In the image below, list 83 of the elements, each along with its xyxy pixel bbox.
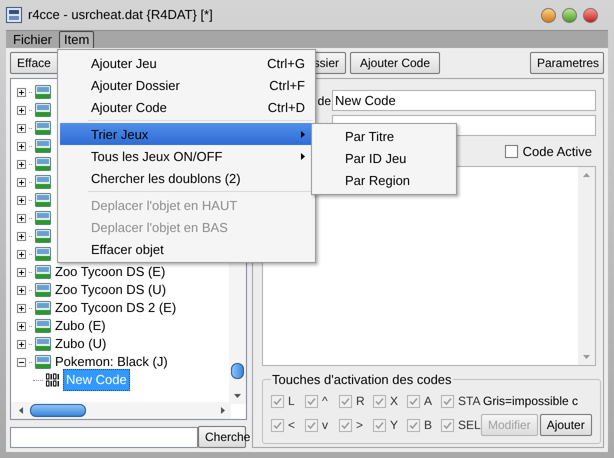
expand-icon[interactable] bbox=[17, 196, 26, 204]
key-label: < bbox=[288, 417, 296, 434]
cartridge-icon bbox=[35, 193, 51, 207]
tree-item[interactable]: Pokemon: Black (J) bbox=[54, 355, 169, 369]
expand-icon[interactable] bbox=[17, 214, 26, 222]
menu-item[interactable]: Fichier bbox=[8, 30, 58, 48]
key-label: > bbox=[356, 417, 364, 434]
name-field[interactable]: New Code bbox=[332, 90, 596, 111]
expand-icon[interactable] bbox=[17, 106, 26, 114]
cartridge-icon bbox=[35, 247, 51, 261]
cartridge-icon bbox=[35, 355, 51, 369]
key-label: STA bbox=[458, 393, 480, 410]
app-icon bbox=[6, 7, 22, 23]
expand-icon[interactable] bbox=[17, 250, 26, 258]
cartridge-icon bbox=[35, 337, 51, 351]
key-label: R bbox=[356, 393, 365, 410]
cartridge-icon bbox=[35, 157, 51, 171]
expand-icon[interactable] bbox=[17, 88, 26, 96]
key-label: ^ bbox=[322, 393, 328, 410]
key-label: Y bbox=[390, 417, 398, 434]
minimize-button[interactable] bbox=[541, 8, 556, 22]
key-label: A bbox=[424, 393, 432, 410]
cartridge-icon bbox=[35, 211, 51, 225]
menu-item[interactable]: Item bbox=[59, 30, 94, 48]
menu-item[interactable]: Tous les Jeux ON/OFF bbox=[60, 145, 313, 167]
horizontal-scrollbar[interactable] bbox=[11, 402, 231, 419]
expand-icon[interactable] bbox=[17, 124, 26, 132]
checkbox[interactable] bbox=[504, 145, 518, 158]
tree-item[interactable]: Zoo Tycoon DS 2 (E) bbox=[54, 301, 178, 315]
add-code-button[interactable]: Ajouter Code bbox=[350, 52, 440, 74]
cartridge-icon bbox=[35, 121, 51, 135]
cartridge-icon bbox=[35, 229, 51, 243]
collapse-icon[interactable] bbox=[17, 358, 26, 366]
expand-icon[interactable] bbox=[17, 160, 26, 168]
checkbox-label: Code Active bbox=[522, 143, 592, 161]
cartridge-icon bbox=[35, 139, 51, 153]
expand-icon[interactable] bbox=[17, 322, 26, 330]
menu-item[interactable]: Effacer objet bbox=[60, 238, 313, 260]
group-title: Touches d'activation des codes bbox=[271, 370, 453, 388]
expand-icon[interactable] bbox=[17, 286, 26, 294]
name-label: de bbox=[318, 92, 331, 110]
menu-item[interactable]: Par ID Jeu bbox=[312, 148, 456, 170]
expand-icon[interactable] bbox=[17, 178, 26, 186]
hint-text: Gris=impossible c bbox=[483, 393, 578, 410]
window-title: r4cce - usrcheat.dat {R4DAT} [*] bbox=[28, 6, 213, 24]
cartridge-icon bbox=[35, 301, 51, 315]
tree-item[interactable]: Zoo Tycoon DS (U) bbox=[54, 283, 168, 297]
key-label: X bbox=[390, 393, 398, 410]
tree-item[interactable]: Zubo (E) bbox=[54, 319, 107, 333]
scroll-down-icon[interactable] bbox=[234, 394, 241, 398]
menu-item[interactable]: Par Region bbox=[312, 170, 456, 192]
menu-item[interactable]: Trier Jeux bbox=[60, 123, 313, 145]
binary-icon bbox=[46, 373, 60, 387]
expand-icon[interactable] bbox=[17, 304, 26, 312]
cartridge-icon bbox=[35, 283, 51, 297]
settings-button[interactable]: Parametres bbox=[530, 52, 604, 74]
cartridge-icon bbox=[35, 265, 51, 279]
cartridge-icon bbox=[35, 175, 51, 189]
key-label: B bbox=[424, 417, 432, 434]
tree-item[interactable]: Zubo (U) bbox=[54, 337, 108, 351]
key-label: L bbox=[288, 393, 295, 410]
scrollbar-thumb[interactable] bbox=[231, 363, 244, 379]
scroll-left-icon[interactable] bbox=[19, 407, 23, 414]
tree-item[interactable]: Zoo Tycoon DS (E) bbox=[54, 265, 166, 279]
menu-item[interactable]: Ajouter Code Ctrl+D bbox=[60, 96, 313, 118]
menu-item[interactable]: Par Titre bbox=[312, 126, 456, 148]
cartridge-icon bbox=[35, 85, 51, 99]
expand-icon[interactable] bbox=[17, 268, 26, 276]
expand-icon[interactable] bbox=[17, 142, 26, 150]
cartridge-icon bbox=[35, 103, 51, 117]
search-field[interactable] bbox=[10, 426, 198, 448]
add-button[interactable]: Ajouter bbox=[540, 414, 592, 436]
close-button[interactable] bbox=[583, 8, 598, 22]
cartridge-icon bbox=[35, 319, 51, 333]
expand-icon[interactable] bbox=[17, 340, 26, 348]
expand-icon[interactable] bbox=[17, 232, 26, 240]
key-label: SEL bbox=[458, 417, 481, 434]
scroll-right-icon[interactable] bbox=[221, 407, 225, 414]
key-label: v bbox=[322, 417, 328, 434]
maximize-button[interactable] bbox=[562, 8, 577, 22]
scrollbar-thumb[interactable] bbox=[30, 404, 86, 417]
menu-item[interactable]: Chercher les doublons (2) bbox=[60, 167, 313, 189]
menu-item[interactable]: Ajouter Dossier Ctrl+F bbox=[60, 74, 313, 96]
